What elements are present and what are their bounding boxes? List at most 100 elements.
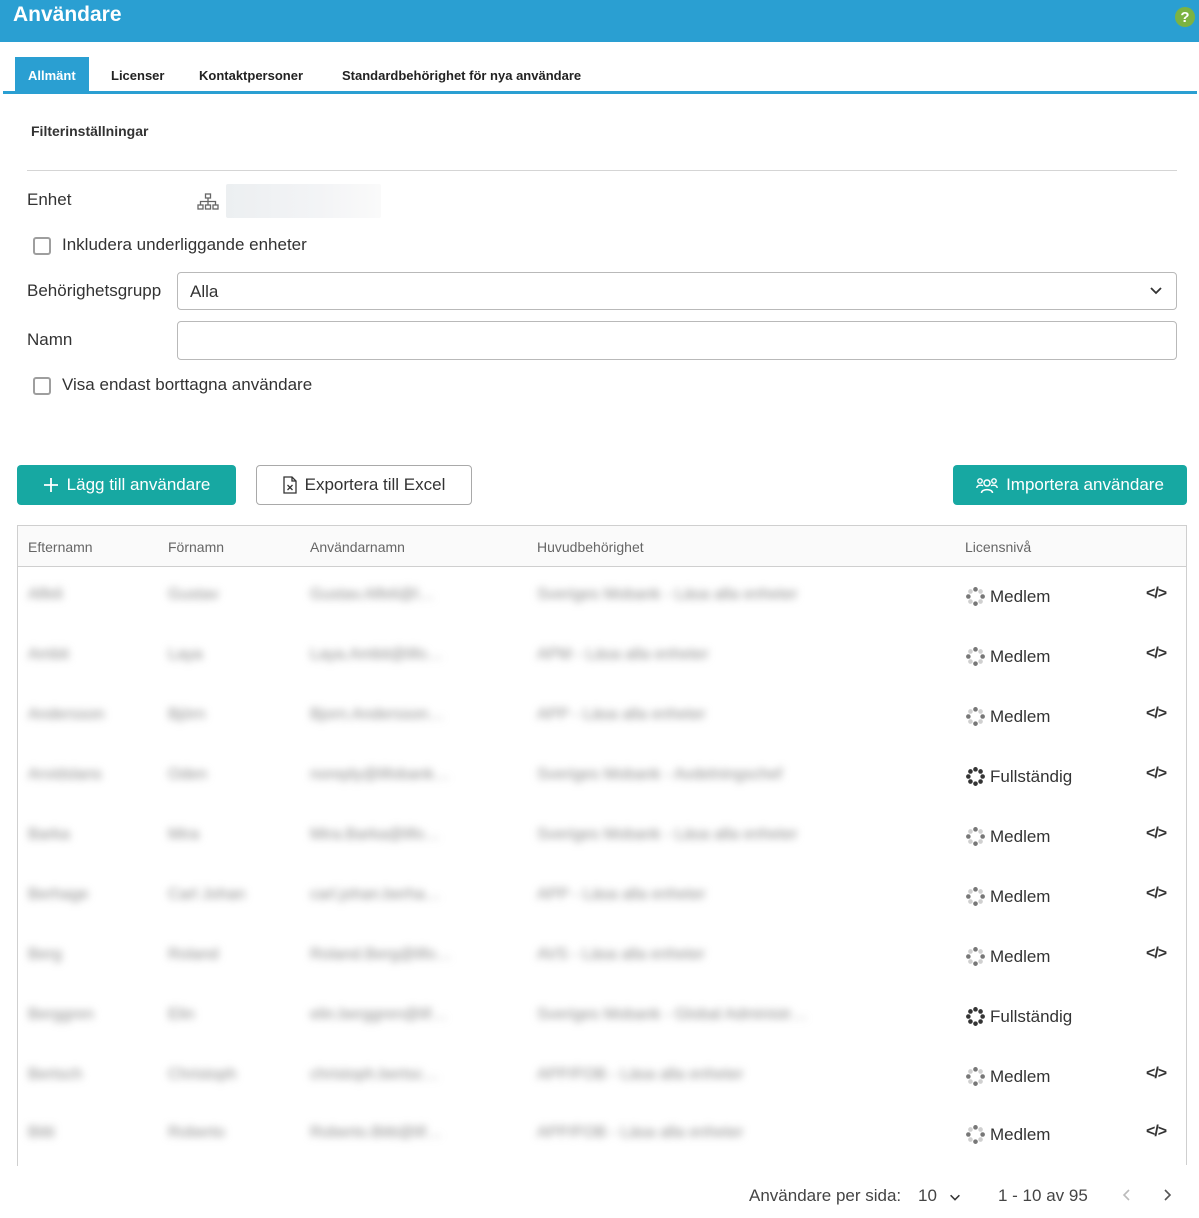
cell-username: Bjorn.Andersson… bbox=[310, 706, 445, 723]
table-row[interactable]: Barka Mira Mira.Barka@lifo… Sveriges Mobank… bbox=[18, 807, 1186, 867]
col-lastname[interactable]: Efternamn bbox=[28, 539, 93, 555]
unit-field[interactable] bbox=[226, 184, 381, 218]
col-main-permission[interactable]: Huvudbehörighet bbox=[537, 539, 644, 555]
chevron-right-icon[interactable] bbox=[1159, 1187, 1175, 1203]
cell-license-level: Medlem bbox=[965, 646, 1050, 667]
chevron-down-icon bbox=[1150, 287, 1162, 295]
permission-group-value: Alla bbox=[190, 282, 219, 301]
deleted-only-label: Visa endast borttagna användare bbox=[62, 375, 313, 394]
cell-username: carl.johan.berha… bbox=[310, 886, 441, 903]
cell-license-level: Medlem bbox=[965, 1066, 1050, 1087]
cell-firstname: Roberto bbox=[168, 1124, 225, 1142]
table-row[interactable]: Berg Roland Roland.Berg@lifo… AVS - Läsa al… bbox=[18, 927, 1186, 987]
import-users-button[interactable]: Importera användare bbox=[953, 465, 1187, 505]
spinner-icon bbox=[966, 947, 985, 966]
spinner-icon bbox=[966, 767, 985, 786]
cell-firstname: Christoph bbox=[168, 1066, 237, 1083]
code-icon[interactable]: </> bbox=[1146, 1123, 1167, 1141]
cell-license-level: Fullständig bbox=[965, 1006, 1072, 1027]
cell-license-level: Medlem bbox=[965, 886, 1050, 907]
cell-firstname: Laya bbox=[168, 646, 203, 663]
table-row[interactable]: Berggren Elin elin.berggren@lif… Sveriges M… bbox=[18, 987, 1186, 1047]
table-header: Efternamn Förnamn Användarnamn Huvudbehö… bbox=[18, 526, 1186, 567]
cell-username: Mira.Barka@lifo… bbox=[310, 826, 441, 843]
license-level-text: Medlem bbox=[990, 706, 1051, 726]
cell-main-permission: APM - Läsa alla enheter bbox=[537, 646, 709, 663]
cell-license-level: Fullständig bbox=[965, 766, 1072, 787]
license-level-text: Medlem bbox=[990, 1124, 1051, 1144]
export-excel-button[interactable]: Exportera till Excel bbox=[256, 465, 472, 505]
per-page-value: 10 bbox=[918, 1186, 937, 1205]
cell-firstname: Roland bbox=[168, 946, 219, 963]
cell-firstname: Oden bbox=[168, 766, 208, 783]
code-icon[interactable]: </> bbox=[1146, 645, 1167, 663]
license-level-text: Medlem bbox=[990, 646, 1051, 666]
per-page-label: Användare per sida: bbox=[749, 1186, 902, 1205]
chevron-left-icon[interactable] bbox=[1119, 1187, 1135, 1203]
spinner-icon bbox=[966, 1125, 985, 1145]
code-icon[interactable]: </> bbox=[1146, 945, 1167, 963]
code-icon[interactable]: </> bbox=[1146, 1065, 1167, 1083]
license-level-text: Fullständig bbox=[990, 1006, 1073, 1026]
cell-license-level: Medlem bbox=[965, 826, 1050, 847]
code-icon[interactable]: </> bbox=[1146, 765, 1167, 783]
cell-main-permission: Sveriges Mobank - Läsa alla enheter bbox=[537, 826, 798, 843]
cell-firstname: Björn bbox=[168, 706, 206, 723]
spinner-icon bbox=[966, 587, 985, 606]
add-user-button[interactable]: Lägg till användare bbox=[17, 465, 236, 505]
spinner-icon bbox=[966, 887, 985, 906]
table-row[interactable]: Alfeli Gustav Gustav.Alfeli@l… Sveriges Mob… bbox=[18, 567, 1186, 627]
page-title: Användare bbox=[13, 3, 122, 26]
include-sub-units-label: Inkludera underliggande enheter bbox=[62, 235, 307, 254]
license-level-text: Medlem bbox=[990, 946, 1051, 966]
cell-lastname: Alfeli bbox=[28, 586, 63, 603]
table-row[interactable]: Andersson Björn Bjorn.Andersson… APP - Läsa… bbox=[18, 687, 1186, 747]
code-icon[interactable]: </> bbox=[1146, 885, 1167, 903]
cell-username: Roland.Berg@lifo… bbox=[310, 946, 452, 963]
col-username[interactable]: Användarnamn bbox=[310, 539, 405, 555]
license-level-text: Medlem bbox=[990, 886, 1051, 906]
table-row[interactable]: Bertsch Christoph christoph.bertsc… APP/FOB… bbox=[18, 1047, 1186, 1107]
help-icon[interactable]: ? bbox=[1175, 7, 1195, 27]
table-row[interactable]: Berhage Carl Johan carl.johan.berha… APP - … bbox=[18, 867, 1186, 927]
cell-lastname: Andersson bbox=[28, 706, 105, 723]
unit-label: Enhet bbox=[27, 190, 72, 209]
tab-standardbehorighet[interactable]: Standardbehörighet för nya användare bbox=[342, 57, 581, 91]
spinner-icon bbox=[966, 647, 985, 666]
cell-license-level: Medlem bbox=[965, 1124, 1050, 1145]
cell-lastname: Arvidslans bbox=[28, 766, 102, 783]
org-tree-icon[interactable] bbox=[197, 193, 219, 211]
cell-username: Gustav.Alfeli@l… bbox=[310, 586, 435, 603]
table-row[interactable]: Bitti Roberto Roberto.Bitti@lif… APP/FOB - … bbox=[18, 1105, 1186, 1165]
col-firstname[interactable]: Förnamn bbox=[168, 539, 224, 555]
cell-main-permission: APP - Läsa alla enheter bbox=[537, 706, 706, 723]
name-label: Namn bbox=[27, 330, 73, 349]
code-icon[interactable]: </> bbox=[1146, 825, 1167, 843]
name-input[interactable] bbox=[177, 321, 1177, 360]
include-sub-units-checkbox[interactable] bbox=[33, 237, 51, 255]
cell-firstname: Carl Johan bbox=[168, 886, 246, 903]
col-license-level[interactable]: Licensnivå bbox=[965, 539, 1031, 555]
cell-license-level: Medlem bbox=[965, 946, 1050, 967]
cell-lastname: Berggren bbox=[28, 1006, 94, 1023]
cell-lastname: Berg bbox=[28, 946, 62, 963]
cell-lastname: Barka bbox=[28, 826, 70, 843]
table-row[interactable]: Ambit Laya Laya.Ambit@lifo… APM - Läsa alla… bbox=[18, 627, 1186, 687]
user-group-icon bbox=[976, 478, 998, 494]
cell-lastname: Bertsch bbox=[28, 1066, 83, 1083]
tab-allmant[interactable]: Allmänt bbox=[15, 57, 89, 91]
cell-firstname: Elin bbox=[168, 1006, 195, 1023]
per-page-select[interactable]: 10 bbox=[918, 1186, 962, 1206]
permission-group-select[interactable]: Alla bbox=[177, 272, 1177, 310]
deleted-only-checkbox[interactable] bbox=[33, 377, 51, 395]
cell-username: elin.berggren@lif… bbox=[310, 1006, 448, 1023]
code-icon[interactable]: </> bbox=[1146, 585, 1167, 603]
spinner-icon bbox=[966, 707, 985, 726]
tab-kontaktpersoner[interactable]: Kontaktpersoner bbox=[199, 57, 303, 91]
cell-license-level: Medlem bbox=[965, 586, 1050, 607]
tab-licenser[interactable]: Licenser bbox=[111, 57, 164, 91]
code-icon[interactable]: </> bbox=[1146, 705, 1167, 723]
plus-icon bbox=[43, 478, 58, 492]
table-row[interactable]: Arvidslans Oden noreply@lifobank… Sveriges … bbox=[18, 747, 1186, 807]
tab-bar: Allmänt Licenser Kontaktpersoner Standar… bbox=[0, 57, 1199, 94]
